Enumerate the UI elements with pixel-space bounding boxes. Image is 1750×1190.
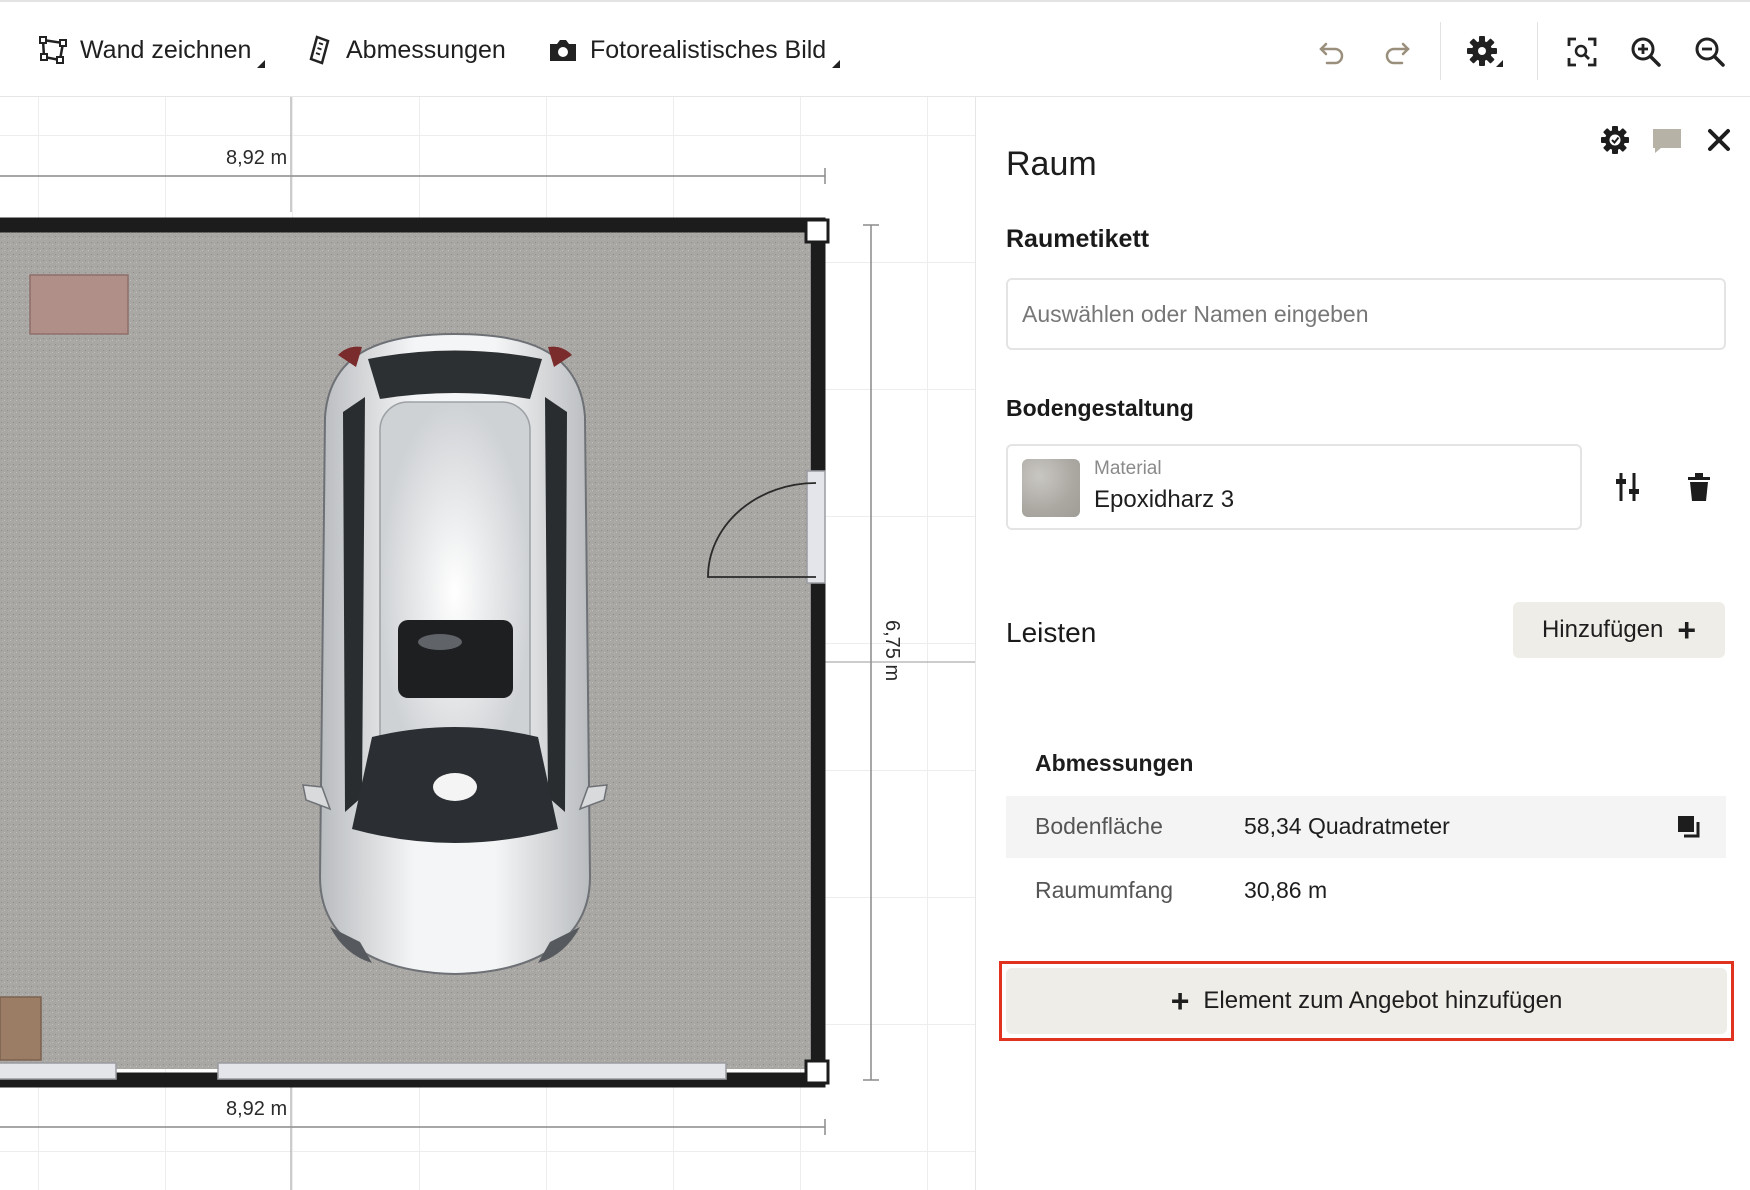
copy-icon[interactable] <box>1676 814 1702 840</box>
room-perimeter-label: Raumumfang <box>1035 877 1174 903</box>
draw-wall-icon <box>39 36 67 64</box>
zoom-out-button[interactable] <box>1690 32 1730 72</box>
furniture-box-brown <box>0 996 42 1061</box>
zoom-fit-button[interactable] <box>1562 32 1602 72</box>
dimension-label-bottom: 8,92 m <box>226 1098 288 1120</box>
chevron-down-icon <box>257 60 266 68</box>
furniture-box-pink <box>29 274 129 335</box>
material-adjust-button[interactable] <box>1608 467 1648 507</box>
photo-render-button[interactable]: Fotorealistisches Bild <box>548 30 841 70</box>
dimensions-heading: Abmessungen <box>1035 750 1194 776</box>
material-value: Epoxidharz 3 <box>1094 486 1235 513</box>
skirting-heading: Leisten <box>1006 617 1097 648</box>
gear-badge-icon <box>1601 126 1629 154</box>
floor-area-value: 58,34 Quadratmeter <box>1244 813 1450 839</box>
material-label: Material <box>1094 458 1162 479</box>
zoom-in-icon <box>1631 37 1661 67</box>
settings-icon <box>1467 36 1503 67</box>
corner-handle-top-right <box>804 218 830 244</box>
toolbar-divider <box>1440 22 1441 80</box>
trash-icon <box>1688 473 1710 501</box>
photo-render-label: Fotorealistisches Bild <box>590 35 827 64</box>
add-to-offer-button[interactable]: + Element zum Angebot hinzufügen <box>1006 968 1727 1034</box>
plus-icon: + <box>1677 612 1697 648</box>
comment-icon <box>1653 129 1681 153</box>
zoom-in-button[interactable] <box>1626 32 1666 72</box>
floor-area-row: Bodenfläche 58,34 Quadratmeter <box>1006 796 1726 858</box>
redo-button[interactable] <box>1377 32 1417 72</box>
add-skirting-button[interactable]: Hinzufügen + <box>1513 602 1725 658</box>
dimension-label-right: 6,75 m <box>881 620 903 682</box>
close-icon <box>1708 129 1730 151</box>
panel-actions <box>1598 123 1736 157</box>
toolbar-divider <box>1537 22 1538 80</box>
undo-icon <box>1319 42 1344 65</box>
material-swatch <box>1022 459 1080 517</box>
material-selector[interactable]: Material Epoxidharz 3 <box>1006 444 1582 530</box>
floor-design-heading: Bodengestaltung <box>1006 395 1194 421</box>
window-bottom-left <box>0 1062 117 1080</box>
add-to-offer-label: Element zum Angebot hinzufügen <box>1203 987 1563 1014</box>
room-properties-panel: Raum Raumetikett Bodengestaltung Materia… <box>975 97 1750 1190</box>
room-comment-button[interactable] <box>1650 123 1684 157</box>
undo-button[interactable] <box>1312 32 1352 72</box>
redo-icon <box>1385 42 1410 65</box>
offer-button-highlight: + Element zum Angebot hinzufügen <box>999 961 1734 1041</box>
chevron-down-icon <box>832 60 841 68</box>
room-perimeter-row: Raumumfang 30,86 m <box>1006 860 1726 922</box>
dimensions-button[interactable]: Abmessungen <box>308 30 506 70</box>
room-settings-button[interactable] <box>1598 123 1632 157</box>
add-skirting-label: Hinzufügen <box>1541 616 1664 643</box>
floor-plan-canvas[interactable]: 8,92 m 8,92 m 6,75 m <box>0 97 975 1190</box>
draw-wall-label: Wand zeichnen <box>80 35 252 64</box>
sliders-icon <box>1616 473 1639 501</box>
plus-icon: + <box>1170 983 1190 1019</box>
dimension-label-top: 8,92 m <box>226 147 288 169</box>
zoom-fit-icon <box>1567 37 1597 67</box>
room-label-heading: Raumetikett <box>1006 225 1150 253</box>
room-label-input[interactable] <box>1006 278 1726 350</box>
close-panel-button[interactable] <box>1702 123 1736 157</box>
toolbar: Wand zeichnen Abmessungen Fotorealistisc… <box>0 0 1750 97</box>
zoom-out-icon <box>1695 37 1725 67</box>
draw-wall-button[interactable]: Wand zeichnen <box>38 30 266 70</box>
corner-handle-bottom-right <box>804 1059 830 1085</box>
ruler-icon <box>309 35 330 65</box>
floor-plan-drawing <box>0 97 975 1190</box>
window-bottom-main <box>217 1062 727 1080</box>
car-object <box>302 332 608 976</box>
dimension-line-bottom <box>0 1082 826 1190</box>
dimensions-label: Abmessungen <box>346 35 506 64</box>
floor-area-label: Bodenfläche <box>1035 813 1163 839</box>
camera-icon <box>550 40 576 61</box>
panel-title: Raum <box>1006 145 1097 183</box>
settings-button[interactable] <box>1465 32 1505 72</box>
material-delete-button[interactable] <box>1679 467 1719 507</box>
room-perimeter-value: 30,86 m <box>1244 877 1328 903</box>
dimension-line-top <box>0 97 826 212</box>
